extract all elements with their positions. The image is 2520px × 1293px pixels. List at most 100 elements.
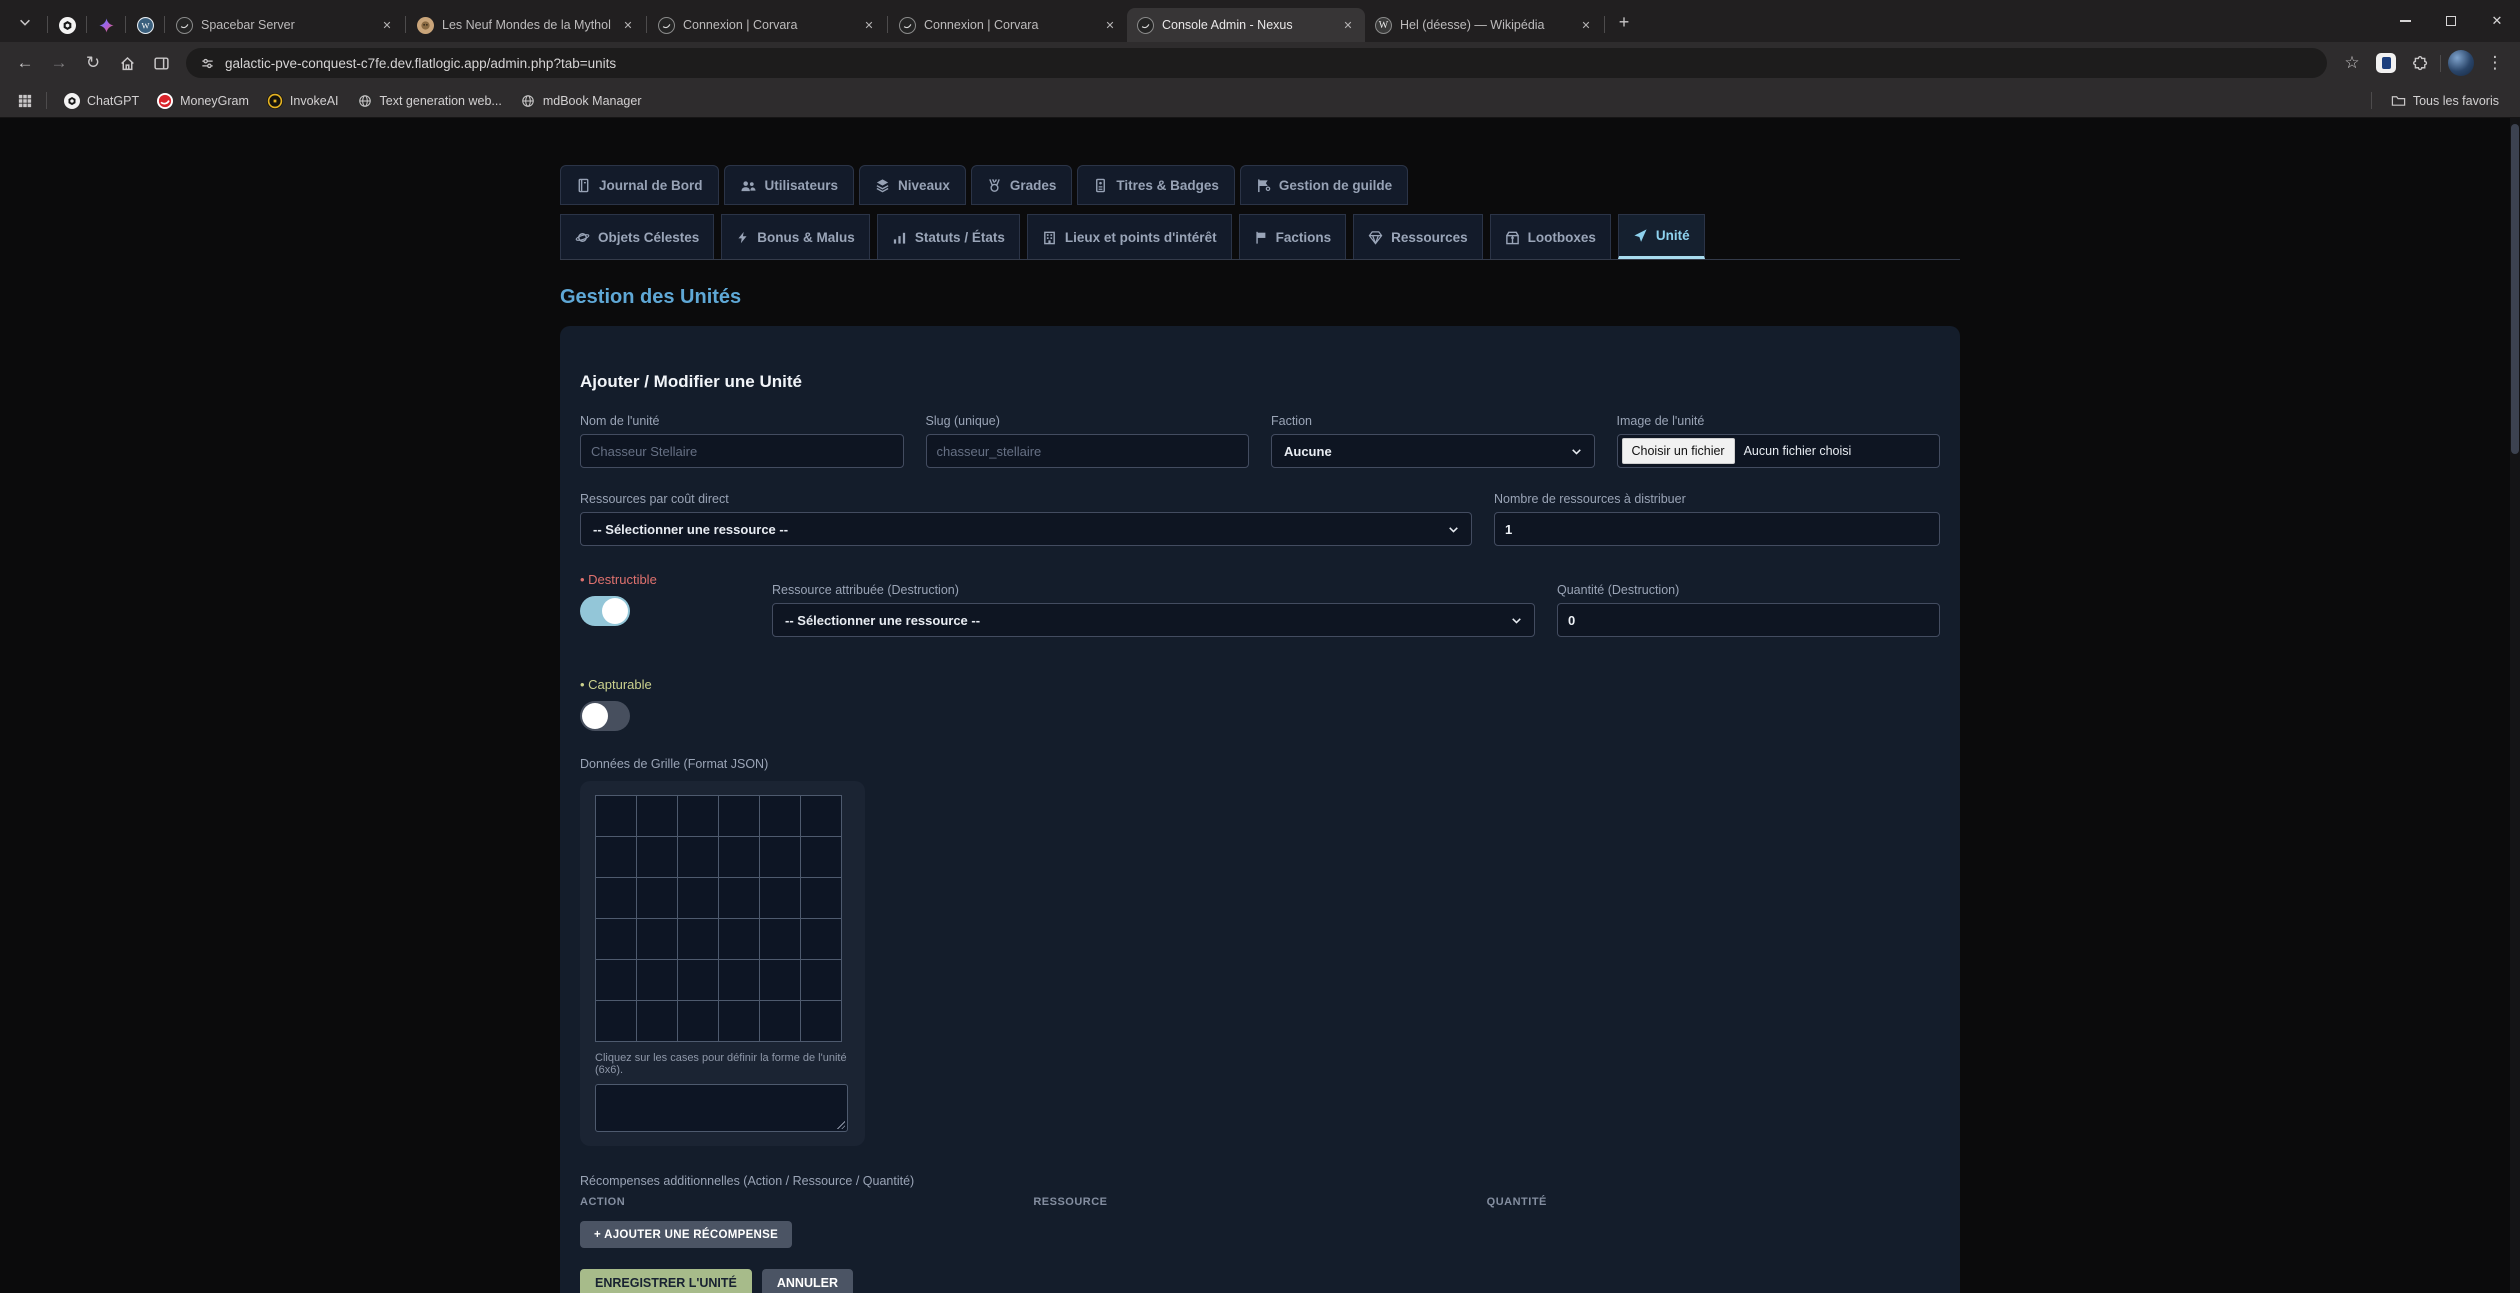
grid-cell[interactable] <box>760 878 800 918</box>
browser-tab[interactable]: Connexion | Corvara ✕ <box>648 8 886 42</box>
tab-close-icon[interactable]: ✕ <box>378 16 396 34</box>
tab-close-icon[interactable]: ✕ <box>1339 16 1357 34</box>
bookmark-star-button[interactable]: ☆ <box>2335 46 2369 80</box>
site-settings-icon[interactable] <box>200 56 215 71</box>
nav-gestion-de-guilde[interactable]: Gestion de guilde <box>1240 165 1408 205</box>
grid-cell[interactable] <box>678 837 718 877</box>
home-button[interactable] <box>110 46 144 80</box>
capturable-toggle[interactable] <box>580 701 630 731</box>
grid-cell[interactable] <box>596 1001 636 1041</box>
forward-button[interactable]: → <box>42 46 76 80</box>
browser-tab[interactable]: Connexion | Corvara ✕ <box>889 8 1127 42</box>
grid-cell[interactable] <box>801 1001 841 1041</box>
distribute-count-input[interactable] <box>1494 512 1940 546</box>
grid-cell[interactable] <box>719 919 759 959</box>
grid-cell[interactable] <box>637 1001 677 1041</box>
bookmark-chatgpt[interactable]: ChatGPT <box>55 89 148 113</box>
choose-file-button[interactable]: Choisir un fichier <box>1622 438 1735 464</box>
tab-ressources[interactable]: Ressources <box>1353 214 1483 259</box>
grid-cell[interactable] <box>678 919 718 959</box>
browser-tab[interactable]: Les Neuf Mondes de la Mythol ✕ <box>407 8 645 42</box>
browser-tab-active[interactable]: Console Admin - Nexus ✕ <box>1127 8 1365 42</box>
reload-button[interactable]: ↻ <box>76 46 110 80</box>
page-scrollbar[interactable] <box>2510 118 2520 1293</box>
bookmark-invokeai[interactable]: InvokeAI <box>258 89 348 113</box>
scrollbar-thumb[interactable] <box>2511 124 2519 454</box>
back-button[interactable]: ← <box>8 46 42 80</box>
grid-cell[interactable] <box>678 960 718 1000</box>
pinned-tab-wordpress[interactable]: W <box>127 8 163 42</box>
unit-image-file-input[interactable]: Choisir un fichier Aucun fichier choisi <box>1617 434 1941 468</box>
grid-cell[interactable] <box>719 837 759 877</box>
new-tab-button[interactable]: + <box>1610 8 1638 36</box>
address-bar[interactable]: galactic-pve-conquest-c7fe.dev.flatlogic… <box>186 48 2327 78</box>
nav-grades[interactable]: Grades <box>971 165 1073 205</box>
tab-objets-celestes[interactable]: Objets Célestes <box>560 214 714 259</box>
destruction-resource-select[interactable]: -- Sélectionner une ressource -- <box>772 603 1535 637</box>
cost-resource-select[interactable]: -- Sélectionner une ressource -- <box>580 512 1472 546</box>
tab-close-icon[interactable]: ✕ <box>619 16 637 34</box>
bookmark-mdbook[interactable]: mdBook Manager <box>511 89 651 113</box>
tab-search-button[interactable] <box>10 7 40 37</box>
close-window-button[interactable]: ✕ <box>2474 0 2520 42</box>
cancel-button[interactable]: ANNULER <box>762 1269 853 1293</box>
all-bookmarks-button[interactable]: Tous les favoris <box>2382 89 2508 113</box>
grid-cell[interactable] <box>719 960 759 1000</box>
tab-close-icon[interactable]: ✕ <box>1577 16 1595 34</box>
grid-cell[interactable] <box>596 796 636 836</box>
grid-cell[interactable] <box>637 919 677 959</box>
unit-name-input[interactable] <box>580 434 904 468</box>
grid-cell[interactable] <box>760 837 800 877</box>
nav-utilisateurs[interactable]: Utilisateurs <box>724 165 855 205</box>
grid-cell[interactable] <box>760 796 800 836</box>
grid-cell[interactable] <box>719 1001 759 1041</box>
nav-niveaux[interactable]: Niveaux <box>859 165 966 205</box>
destructible-toggle[interactable] <box>580 596 630 626</box>
grid-cell[interactable] <box>637 960 677 1000</box>
pinned-tab-gemini[interactable] <box>88 8 124 42</box>
browser-menu-button[interactable]: ⋮ <box>2478 46 2512 80</box>
grid-cell[interactable] <box>678 878 718 918</box>
grid-cell[interactable] <box>801 919 841 959</box>
add-reward-button[interactable]: + AJOUTER UNE RÉCOMPENSE <box>580 1221 792 1248</box>
nav-journal-de-bord[interactable]: Journal de Bord <box>560 165 719 205</box>
grid-cell[interactable] <box>596 837 636 877</box>
grid-cell[interactable] <box>801 837 841 877</box>
nav-titres-badges[interactable]: Titres & Badges <box>1077 165 1235 205</box>
extension-shortcut-button[interactable] <box>2369 46 2403 80</box>
browser-tab[interactable]: W Hel (déesse) — Wikipédia ✕ <box>1365 8 1603 42</box>
profile-avatar[interactable] <box>2448 50 2474 76</box>
tab-statuts-etats[interactable]: Statuts / États <box>877 214 1020 259</box>
bookmark-moneygram[interactable]: MoneyGram <box>148 89 258 113</box>
grid-cell[interactable] <box>596 919 636 959</box>
maximize-button[interactable] <box>2428 0 2474 42</box>
grid-cell[interactable] <box>760 960 800 1000</box>
resize-handle-icon[interactable] <box>836 1120 845 1129</box>
tab-close-icon[interactable]: ✕ <box>1101 16 1119 34</box>
grid-cell[interactable] <box>760 919 800 959</box>
tab-close-icon[interactable]: ✕ <box>860 16 878 34</box>
grid-cell[interactable] <box>719 796 759 836</box>
grid-cell[interactable] <box>760 1001 800 1041</box>
slug-input[interactable] <box>926 434 1250 468</box>
grid-cell[interactable] <box>596 960 636 1000</box>
save-unit-button[interactable]: ENREGISTRER L'UNITÉ <box>580 1269 752 1293</box>
destruction-qty-input[interactable] <box>1557 603 1940 637</box>
tab-unite-active[interactable]: Unité <box>1618 214 1705 259</box>
grid-cell[interactable] <box>637 837 677 877</box>
grid-cell[interactable] <box>801 796 841 836</box>
extensions-button[interactable] <box>2403 46 2437 80</box>
grid-cell[interactable] <box>596 878 636 918</box>
tab-lootboxes[interactable]: Lootboxes <box>1490 214 1611 259</box>
browser-tab[interactable]: Spacebar Server ✕ <box>166 8 404 42</box>
grid-cell[interactable] <box>801 960 841 1000</box>
apps-grid-button[interactable] <box>12 88 38 114</box>
tab-factions[interactable]: Factions <box>1239 214 1347 259</box>
grid-cell[interactable] <box>719 878 759 918</box>
faction-select[interactable]: Aucune <box>1271 434 1595 468</box>
tab-lieux-points-interet[interactable]: Lieux et points d'intérêt <box>1027 214 1232 259</box>
bookmark-text-generation[interactable]: Text generation web... <box>348 89 511 113</box>
pinned-tab-chatgpt[interactable] <box>49 8 85 42</box>
tab-bonus-malus[interactable]: Bonus & Malus <box>721 214 870 259</box>
minimize-button[interactable] <box>2382 0 2428 42</box>
